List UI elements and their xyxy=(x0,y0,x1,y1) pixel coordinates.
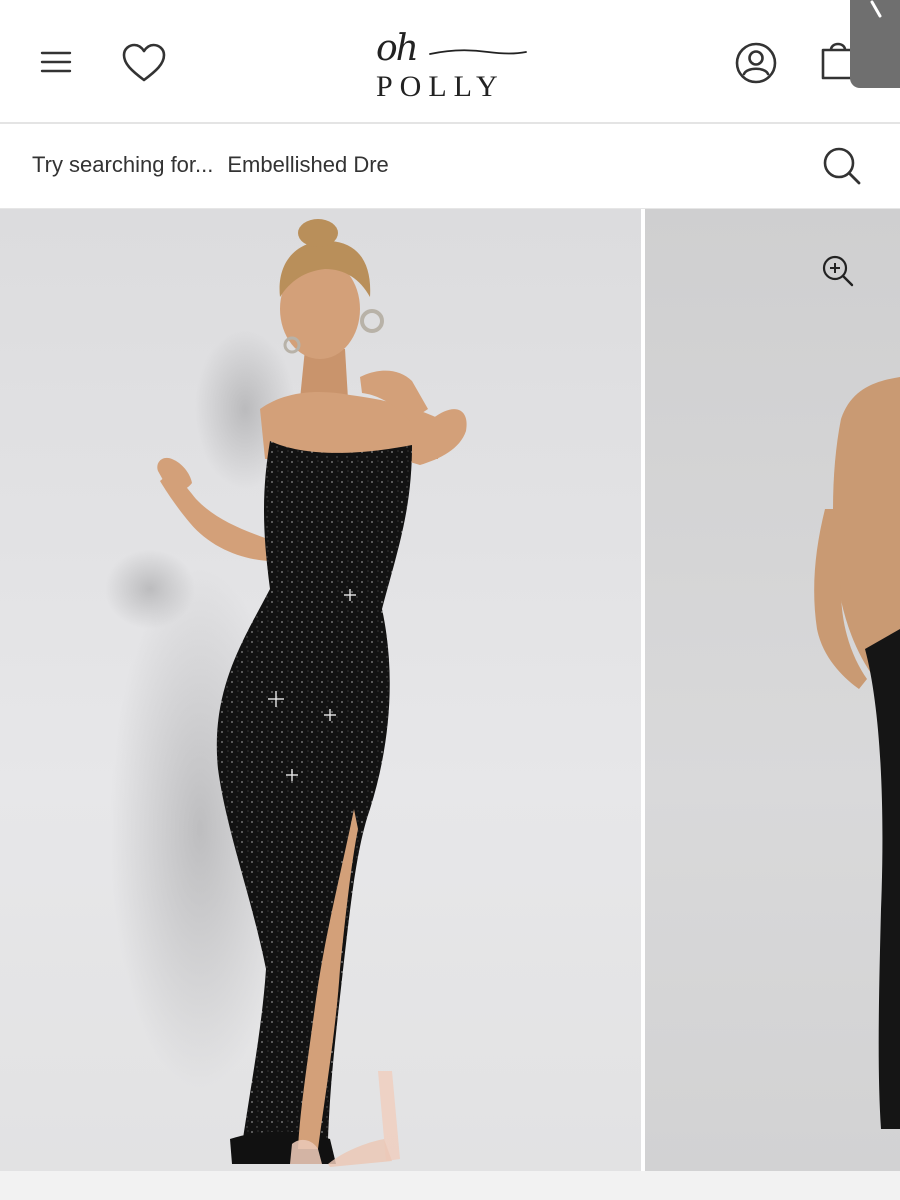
search-icon[interactable] xyxy=(820,144,864,188)
gallery-image-main[interactable] xyxy=(0,209,641,1171)
account-icon[interactable] xyxy=(733,40,779,86)
logo-flourish xyxy=(429,49,527,55)
product-image-gallery[interactable] xyxy=(0,209,900,1171)
product-photo xyxy=(105,219,467,1167)
logo-script: oh xyxy=(376,28,419,69)
search-prompt[interactable]: Try searching for... Embellished Dre xyxy=(32,152,402,178)
system-overlay-tab xyxy=(850,0,900,88)
search-prompt-label: Try searching for... xyxy=(32,152,214,177)
search-bar[interactable]: Try searching for... Embellished Dre xyxy=(0,124,900,209)
brand-logo[interactable]: oh POLLY xyxy=(350,18,550,108)
product-photo-next xyxy=(814,377,900,1129)
site-header: oh POLLY xyxy=(0,0,900,124)
zoom-in-icon[interactable] xyxy=(820,253,856,289)
heart-icon[interactable] xyxy=(120,42,168,84)
chevron-left-icon xyxy=(870,0,882,18)
gallery-bottom-strip xyxy=(0,1171,900,1200)
search-suggestion: Embellished Dre xyxy=(227,152,389,177)
gallery-image-next[interactable] xyxy=(645,209,900,1171)
menu-icon[interactable] xyxy=(38,48,74,76)
logo-wordmark: POLLY xyxy=(376,70,505,103)
